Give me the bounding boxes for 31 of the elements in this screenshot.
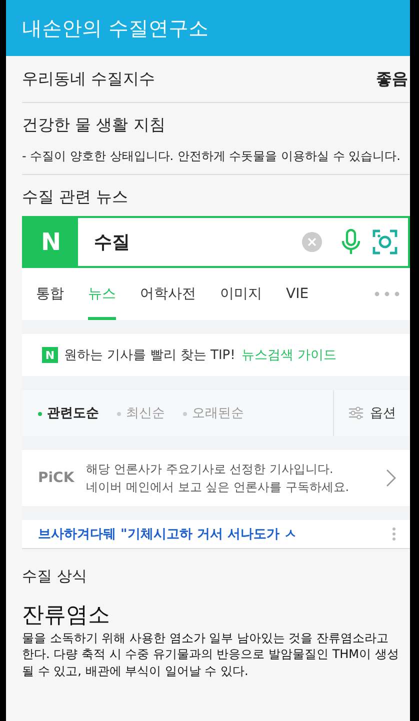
microphone-icon[interactable] xyxy=(340,228,362,256)
category-tab[interactable]: 이미지 xyxy=(220,268,262,320)
sort-option[interactable]: 관련도순 xyxy=(38,404,99,422)
tip-text: 원하는 기사를 빨리 찾는 TIP! xyxy=(64,347,236,364)
knowledge-term: 잔류염소 xyxy=(22,602,111,630)
naver-logo: N xyxy=(24,218,78,266)
knowledge-text: 물을 소독하기 위해 사용한 염소가 일부 남아있는 것을 잔류염소라고 한다. 다량 축적 시 수중 유기물과의 반응으로 발암물질인 THM이 생성될 수 있고, 배관에 부식이 일어날 수 있다. xyxy=(22,630,400,679)
search-field[interactable]: 수질 xyxy=(94,230,292,254)
kebab-menu-icon[interactable] xyxy=(392,527,396,542)
category-tab[interactable]: VIE xyxy=(286,268,309,320)
sliders-icon xyxy=(348,406,364,420)
pick-text: 네이버 메인에서 보고 싶은 언론사를 구독하세요. xyxy=(86,479,350,496)
clear-icon[interactable] xyxy=(302,232,322,252)
pick-label: PiCK xyxy=(38,470,74,486)
more-icon[interactable] xyxy=(374,291,400,298)
options-button[interactable]: 옵션 xyxy=(370,404,396,422)
guideline-title: 건강한 물 생활 지침 xyxy=(22,115,166,136)
chevron-right-icon xyxy=(386,469,396,488)
pick-text: 해당 언론사가 주요기사로 선정한 기사입니다. xyxy=(86,461,334,478)
knowledge-title: 수질 상식 xyxy=(22,567,88,586)
guideline-text: - 수질이 양호한 상태입니다. 안전하게 수돗물을 이용하실 수 있습니다. xyxy=(22,148,402,164)
water-index-label: 우리동네 수질지수 xyxy=(22,68,156,90)
pick-banner[interactable]: PiCK 해당 언론사가 주요기사로 선정한 기사입니다. 네이버 메인에서 보고 싶은 언론사를 구독하세요. xyxy=(22,450,410,506)
news-title: 수질 관련 뉴스 xyxy=(22,187,130,208)
category-tab[interactable]: 통합 xyxy=(36,268,64,320)
camera-icon[interactable] xyxy=(372,229,398,256)
category-tab[interactable]: 어학사전 xyxy=(140,268,196,320)
water-index-value: 좋음 xyxy=(376,68,408,90)
search-bar[interactable]: N 수질 xyxy=(22,216,410,268)
app-title: 내손안의 수질연구소 xyxy=(22,14,208,42)
naver-logo: N xyxy=(42,347,58,364)
